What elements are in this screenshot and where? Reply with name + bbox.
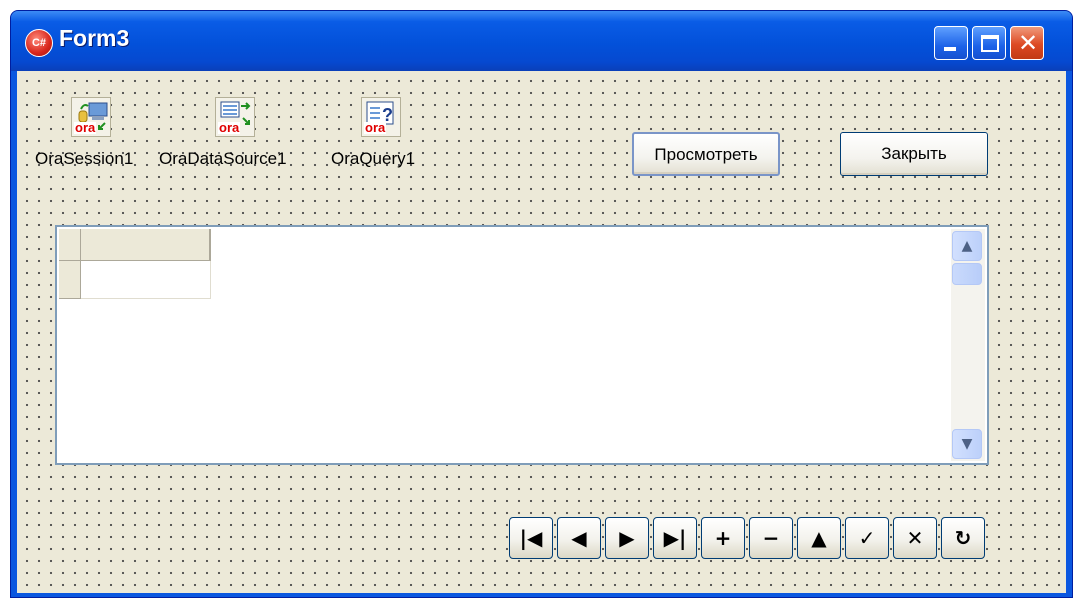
nav-post-button[interactable]: ✓ xyxy=(845,517,889,559)
edit-icon: ▲ xyxy=(811,526,827,550)
cancel-icon: ✕ xyxy=(906,526,924,550)
title-bar[interactable]: C# Form3 ✕ xyxy=(11,11,1072,71)
ora-session-icon: ora xyxy=(71,97,111,137)
nav-delete-button[interactable]: − xyxy=(749,517,793,559)
ora-badge: ora xyxy=(218,120,241,135)
nav-insert-button[interactable]: + xyxy=(701,517,745,559)
maximize-button[interactable] xyxy=(972,26,1006,60)
minimize-icon xyxy=(944,47,956,51)
ora-datasource-label: OraDataSource1 xyxy=(159,149,287,168)
form3-window: C# Form3 ✕ ora OraSession1 ora OraDataSo… xyxy=(10,10,1073,598)
nav-refresh-button[interactable]: ↻ xyxy=(941,517,985,559)
nav-last-button[interactable]: ▶| xyxy=(653,517,697,559)
prior-record-icon: ◀ xyxy=(571,526,587,550)
db-navigator: |◀ ◀ ▶ ▶| + − ▲ ✓ ✕ ↻ xyxy=(509,517,989,559)
close-button[interactable]: Закрыть xyxy=(840,132,988,176)
nav-prior-button[interactable]: ◀ xyxy=(557,517,601,559)
ora-badge: ora xyxy=(364,120,387,135)
ora-query-label: OraQuery1 xyxy=(331,149,416,168)
grid-row-indicator[interactable] xyxy=(59,261,81,299)
nav-cancel-button[interactable]: ✕ xyxy=(893,517,937,559)
last-record-icon: ▶| xyxy=(663,526,687,550)
checkmark-icon: ✓ xyxy=(858,526,876,550)
refresh-icon: ↻ xyxy=(954,526,972,550)
first-record-icon: |◀ xyxy=(519,526,543,550)
chevron-up-icon: ▲ xyxy=(961,238,973,254)
ora-query-icon: ? ora xyxy=(361,97,401,137)
nav-first-button[interactable]: |◀ xyxy=(509,517,553,559)
view-button[interactable]: Просмотреть xyxy=(632,132,780,176)
grid-corner xyxy=(59,229,81,261)
ora-datasource-icon: ora xyxy=(215,97,255,137)
next-record-icon: ▶ xyxy=(619,526,635,550)
form-design-surface: ora OraSession1 ora OraDataSource1 ? ora… xyxy=(17,71,1066,593)
scroll-up-button[interactable]: ▲ xyxy=(952,231,982,261)
minimize-button[interactable] xyxy=(934,26,968,60)
chevron-down-icon: ▼ xyxy=(961,436,973,452)
minus-icon: − xyxy=(762,526,780,550)
scroll-down-button[interactable]: ▼ xyxy=(952,429,982,459)
grid-cell[interactable] xyxy=(81,261,211,299)
csharp-app-icon: C# xyxy=(25,29,53,57)
vertical-scrollbar[interactable]: ▲ ▼ xyxy=(951,229,985,461)
scroll-thumb[interactable] xyxy=(952,263,982,285)
maximize-icon xyxy=(981,35,999,52)
window-title: Form3 xyxy=(59,25,130,51)
ora-badge: ora xyxy=(74,120,97,135)
close-icon: ✕ xyxy=(1017,29,1039,57)
nav-next-button[interactable]: ▶ xyxy=(605,517,649,559)
grid-column-header[interactable] xyxy=(81,229,211,261)
close-window-button[interactable]: ✕ xyxy=(1010,26,1044,60)
ora-session-label: OraSession1 xyxy=(35,149,134,168)
nav-edit-button[interactable]: ▲ xyxy=(797,517,841,559)
plus-icon: + xyxy=(714,526,732,550)
data-grid[interactable]: ▲ ▼ xyxy=(55,225,989,465)
